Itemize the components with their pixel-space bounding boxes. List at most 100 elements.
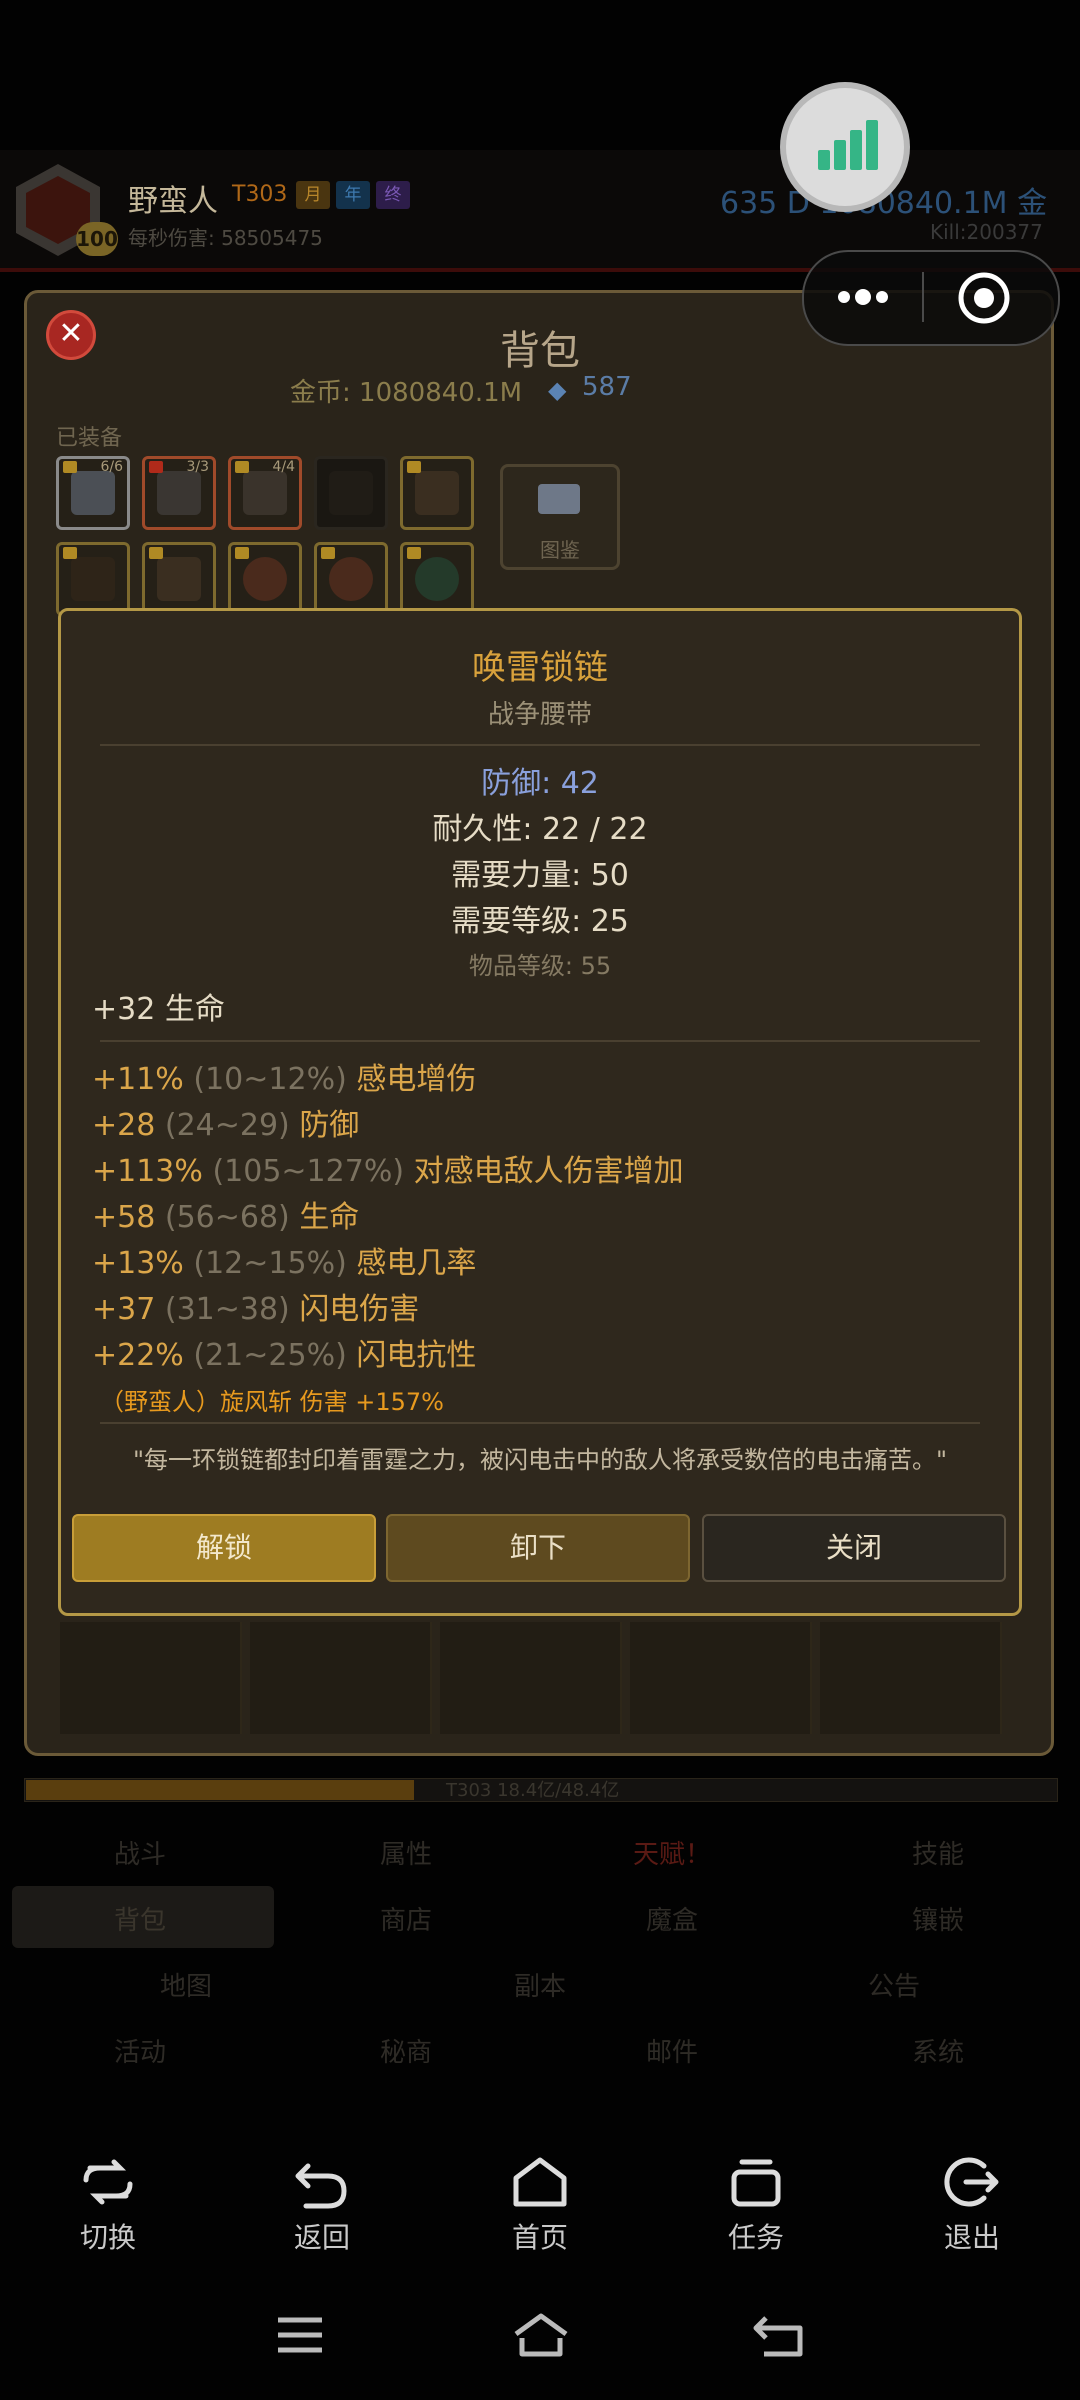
logout-label: 退出 [943, 2221, 1000, 2254]
more-dots-icon [838, 289, 888, 305]
inventory-cell[interactable] [60, 1622, 242, 1734]
slot-count: 4/4 [272, 459, 295, 475]
back-button[interactable]: 返回 [262, 2154, 382, 2256]
switch-button[interactable]: 切换 [48, 2154, 168, 2256]
nav-talent[interactable]: 天赋！ [542, 1834, 802, 1871]
nav-magic-box[interactable]: 魔盒 [542, 1900, 802, 1937]
nav-dungeon[interactable]: 副本 [410, 1966, 670, 2003]
nav-skills[interactable]: 技能 [808, 1834, 1068, 1871]
stats-float-button[interactable] [786, 88, 904, 206]
affix-range: (105~127%) [212, 1154, 405, 1189]
affix-line: +58 (56~68) 生命 [92, 1192, 359, 1236]
item-level: 物品等级: 55 [468, 952, 612, 980]
inventory-cell[interactable] [630, 1622, 812, 1734]
diamond-icon: ◆ [548, 376, 567, 404]
level-badge: 100 [76, 222, 118, 256]
unlock-button[interactable]: 解锁 [72, 1514, 376, 1582]
affix-line: +37 (31~38) 闪电伤害 [92, 1284, 419, 1328]
affix-range: (12~15%) [193, 1246, 347, 1281]
equip-slot-empty[interactable] [314, 456, 388, 530]
switch-icon [83, 2159, 133, 2205]
equip-slot-ring-1[interactable] [228, 542, 302, 616]
item-durability: 耐久性: 22 / 22 [432, 812, 648, 847]
lock-icon [63, 461, 77, 473]
book-icon [538, 484, 580, 514]
belt-icon [157, 557, 201, 601]
home-button[interactable]: 首页 [480, 2154, 600, 2256]
gem-count: 587 [582, 372, 632, 402]
implicit-mod: +32 生命 [92, 992, 225, 1027]
nav-socket[interactable]: 镶嵌 [808, 1900, 1068, 1937]
more-options-button[interactable] [832, 280, 894, 314]
equip-slot-amulet[interactable] [400, 542, 474, 616]
equipped-label: 已装备 [56, 426, 123, 451]
tasks-button[interactable]: 任务 [696, 2154, 816, 2256]
capsule-divider [922, 272, 924, 322]
nav-attributes[interactable]: 属性 [276, 1834, 536, 1871]
lock-icon [407, 461, 421, 473]
inventory-cell[interactable] [820, 1622, 1002, 1734]
affix-range: (10~12%) [193, 1062, 347, 1097]
affix-line: +113% (105~127%) 对感电敌人伤害增加 [92, 1146, 684, 1190]
unequip-button[interactable]: 卸下 [386, 1514, 690, 1582]
affix-value: +13% [92, 1246, 184, 1281]
inventory-cell[interactable] [250, 1622, 432, 1734]
affix-line: +28 (24~29) 防御 [92, 1100, 359, 1144]
nav-mail[interactable]: 邮件 [542, 2032, 802, 2069]
equip-slot-boots[interactable] [56, 542, 130, 616]
affix-line: +11% (10~12%) 感电增伤 [92, 1054, 476, 1098]
affix-value: +11% [92, 1062, 184, 1097]
equip-slot-armor[interactable]: 4/4 [228, 456, 302, 530]
affix-range: (21~25%) [193, 1338, 347, 1373]
sword-icon [71, 471, 115, 515]
empty-slot-icon [329, 471, 373, 515]
affix-value: +58 [92, 1200, 156, 1235]
divider [100, 1422, 980, 1424]
equip-slot-gloves[interactable] [400, 456, 474, 530]
required-strength: 需要力量: 50 [451, 858, 629, 893]
nav-notice[interactable]: 公告 [764, 1966, 1024, 2003]
home-icon [513, 2157, 567, 2207]
item-base-type: 战争腰带 [487, 700, 592, 730]
codex-label: 图鉴 [540, 538, 580, 562]
equip-slot-helm[interactable]: 3/3 [142, 456, 216, 530]
equip-slot-belt[interactable] [142, 542, 216, 616]
back-nav-button[interactable] [750, 2310, 810, 2364]
equip-slot-weapon[interactable]: 6/6 [56, 456, 130, 530]
slot-count: 6/6 [100, 459, 123, 475]
tier-label: T303 [232, 182, 288, 207]
bar-chart-icon [818, 120, 878, 170]
target-icon [958, 272, 1010, 324]
home-nav-button[interactable] [510, 2310, 572, 2364]
xp-bar-fill [26, 1780, 414, 1800]
inventory-cell[interactable] [440, 1622, 622, 1734]
nav-event[interactable]: 活动 [10, 2032, 270, 2069]
menu-icon [278, 2317, 322, 2353]
nav-battle[interactable]: 战斗 [10, 1834, 270, 1871]
menu-nav-button[interactable] [272, 2312, 328, 2362]
logout-button[interactable]: 退出 [912, 2154, 1032, 2256]
switch-label: 切换 [79, 2221, 136, 2254]
exit-miniprogram-button[interactable] [956, 270, 1012, 326]
tasks-label: 任务 [727, 2221, 784, 2254]
lock-icon [235, 547, 249, 559]
close-tooltip-button[interactable]: 关闭 [702, 1514, 1006, 1582]
divider [100, 1040, 980, 1042]
equip-slot-ring-2[interactable] [314, 542, 388, 616]
affix-range: (56~68) [164, 1200, 290, 1235]
nav-map[interactable]: 地图 [56, 1966, 316, 2003]
affix-value: +37 [92, 1292, 156, 1327]
affix-stat: 感电几率 [356, 1246, 477, 1281]
affix-value: +22% [92, 1338, 184, 1373]
nav-backpack[interactable]: 背包 [10, 1900, 270, 1937]
v-icon [149, 461, 163, 473]
nav-shop[interactable]: 商店 [276, 1900, 536, 1937]
month-tag: 月 [296, 181, 330, 209]
lock-icon [321, 547, 335, 559]
nav-secret-shop[interactable]: 秘商 [276, 2032, 536, 2069]
affix-value: +28 [92, 1108, 156, 1143]
item-defense: 防御: 42 [481, 766, 599, 801]
amulet-icon [415, 557, 459, 601]
lock-icon [63, 547, 77, 559]
nav-system[interactable]: 系统 [808, 2032, 1068, 2069]
